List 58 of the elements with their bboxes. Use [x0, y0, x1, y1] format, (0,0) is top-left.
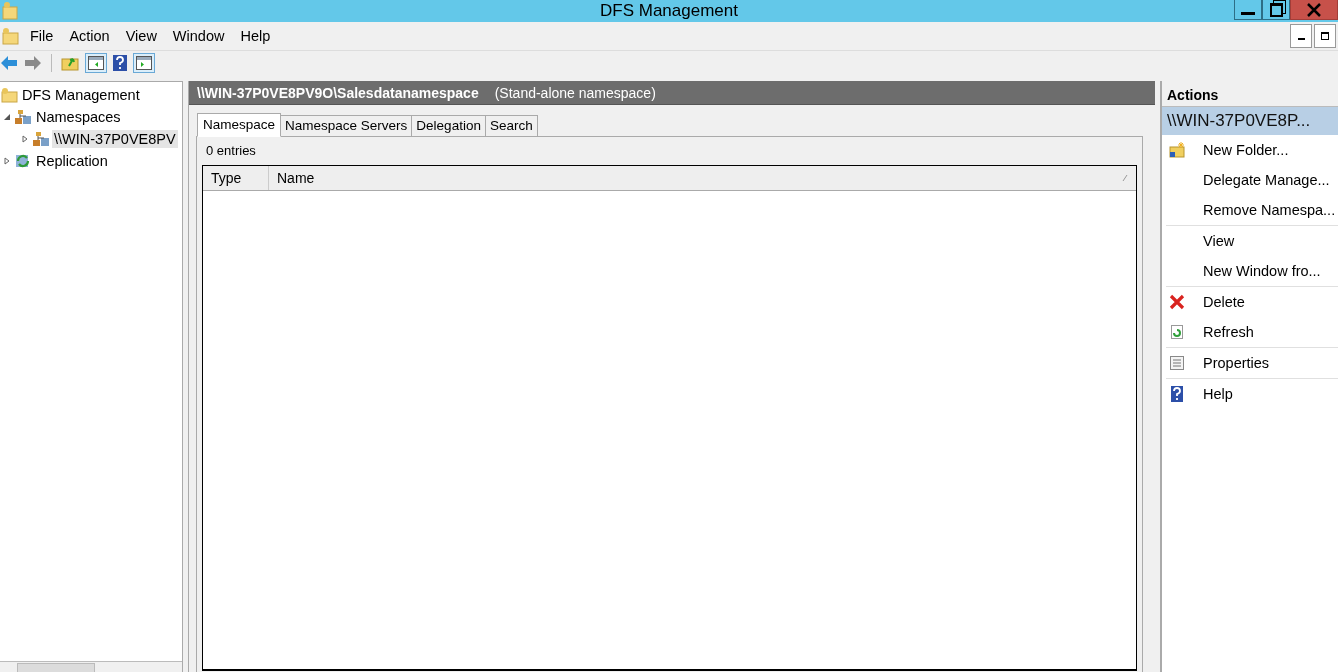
actions-pane-link[interactable]: Refresh — [1203, 324, 1254, 340]
refresh-icon — [1169, 324, 1185, 340]
window-title: DFS Management — [600, 0, 738, 22]
actions-pane-link[interactable]: View — [1203, 233, 1235, 249]
entry-count: 0 entries — [206, 143, 257, 158]
properties-icon — [1169, 355, 1185, 371]
folder-up-icon[interactable] — [61, 55, 79, 71]
close-icon — [1306, 1, 1322, 18]
tab[interactable]: Namespace — [197, 113, 282, 137]
tree-item[interactable]: \\WIN-37P0VE8PV — [52, 130, 178, 148]
menu-item[interactable]: Window — [164, 28, 233, 44]
server-tree-icon — [14, 109, 32, 125]
column-header[interactable]: Name — [269, 166, 323, 190]
back-arrow-icon[interactable] — [0, 55, 18, 71]
tab[interactable]: Namespace Servers — [281, 115, 413, 137]
pane-toggle-button[interactable] — [85, 53, 107, 73]
actions-pane-link[interactable]: Delegate Manage... — [1203, 172, 1330, 188]
minimize-button[interactable] — [1290, 24, 1312, 48]
menu-item[interactable]: Help — [232, 28, 279, 44]
namespace-path: \\WIN-37P0VE8PV9O\Salesdatanamespace — [197, 84, 479, 101]
tree-item[interactable]: Namespaces — [34, 108, 123, 126]
new-folder-icon — [1169, 142, 1185, 158]
actions-pane-link[interactable]: Properties — [1203, 355, 1270, 371]
expand-icon[interactable] — [3, 157, 11, 165]
server-tree-icon — [32, 131, 50, 147]
minimize-button[interactable] — [1234, 0, 1262, 20]
folder-tree-icon — [0, 87, 18, 103]
actions-pane-link[interactable]: Delete — [1203, 294, 1245, 310]
menu-item[interactable]: Action — [61, 28, 118, 44]
collapse-icon[interactable] — [3, 113, 11, 121]
menu-item[interactable]: File — [22, 28, 62, 44]
tab[interactable]: Delegation — [412, 115, 486, 137]
restore-button[interactable] — [1262, 0, 1290, 20]
horizontal-scrollbar[interactable] — [0, 661, 182, 672]
resize-grip-icon[interactable] — [1122, 174, 1128, 182]
namespace-type: (Stand-alone namespace) — [494, 84, 656, 101]
section-header[interactable]: \\WIN-37P0VE8P... — [1162, 107, 1338, 135]
tree-item[interactable]: DFS Management — [20, 86, 142, 104]
menu-item[interactable]: View — [117, 28, 165, 44]
forward-arrow-icon[interactable] — [24, 55, 42, 71]
actions-title: Actions — [1162, 81, 1338, 107]
replication-icon — [14, 153, 32, 169]
tab[interactable]: Search — [485, 115, 538, 137]
pane-toggle-button[interactable] — [133, 53, 155, 73]
close-button[interactable] — [1290, 0, 1338, 20]
actions-pane-link[interactable]: New Folder... — [1203, 142, 1289, 158]
actions-pane-link[interactable]: Help — [1203, 386, 1233, 402]
actions-pane-link[interactable]: New Window fro... — [1203, 263, 1321, 279]
restore-button[interactable] — [1314, 24, 1336, 48]
help-icon[interactable] — [113, 55, 127, 71]
delete-icon — [1169, 294, 1185, 310]
actions-pane-link[interactable]: Remove Namespa... — [1203, 202, 1336, 218]
tree-item[interactable]: Replication — [34, 152, 110, 170]
folder-tree-icon — [0, 26, 20, 46]
help-icon — [1169, 386, 1185, 402]
expand-icon[interactable] — [21, 135, 29, 143]
folder-tree-icon — [1, 1, 19, 21]
column-header[interactable]: Type — [203, 166, 269, 190]
